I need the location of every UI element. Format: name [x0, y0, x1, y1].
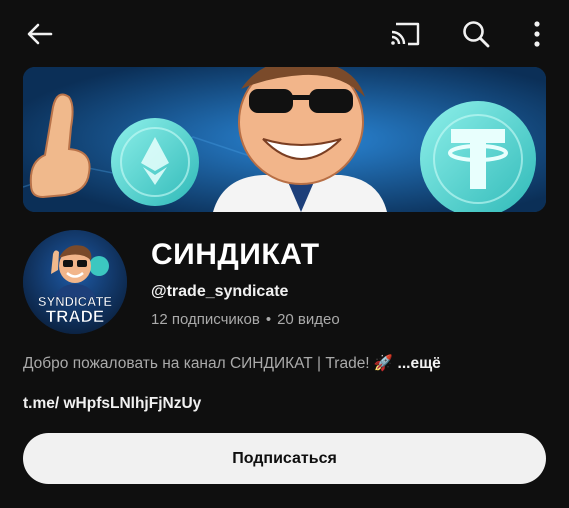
- banner-illustration: [23, 67, 546, 212]
- search-icon: [463, 21, 490, 48]
- channel-banner: [23, 67, 546, 212]
- subscriber-count: 12 подписчиков: [151, 311, 260, 328]
- channel-description[interactable]: Добро пожаловать на канал СИНДИКАТ | Tra…: [23, 354, 553, 373]
- avatar-text-trade: TRADE: [46, 307, 105, 326]
- search-button[interactable]: [454, 13, 498, 55]
- more-options-button[interactable]: [520, 13, 554, 55]
- subscribe-button[interactable]: Подписаться: [23, 433, 546, 484]
- channel-link[interactable]: t.me/ wHpfsLNlhjFjNzUy: [23, 395, 201, 413]
- arrow-left-icon: [27, 23, 53, 45]
- top-app-bar: [0, 0, 569, 66]
- channel-avatar[interactable]: SYNDICATE TRADE: [23, 230, 127, 334]
- cast-icon: [391, 22, 420, 46]
- channel-stats: 12 подписчиков • 20 видео: [151, 311, 340, 328]
- description-more-link[interactable]: ...ещё: [398, 355, 441, 372]
- back-button[interactable]: [18, 13, 62, 55]
- more-vertical-icon: [534, 21, 540, 47]
- stats-separator: •: [265, 311, 272, 328]
- avatar-image: SYNDICATE TRADE: [23, 230, 127, 334]
- video-count: 20 видео: [277, 311, 340, 328]
- channel-name: СИНДИКАТ: [151, 238, 320, 271]
- cast-button[interactable]: [384, 13, 428, 55]
- description-text: Добро пожаловать на канал СИНДИКАТ | Tra…: [23, 355, 394, 372]
- channel-handle: @trade_syndicate: [151, 283, 289, 300]
